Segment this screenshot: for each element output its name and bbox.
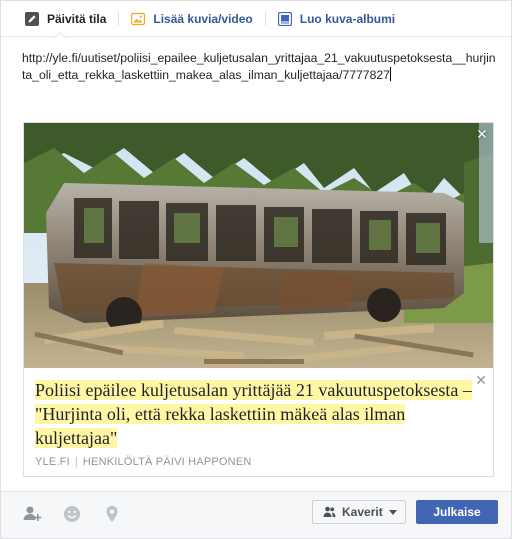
tab-label: Lisää kuvia/video <box>153 11 253 26</box>
remove-image-close-icon[interactable]: ✕ <box>475 127 489 141</box>
burned-bus-image <box>24 123 493 368</box>
composer-actions: Kaverit Julkaise <box>1 491 511 538</box>
tab-create-album[interactable]: Luo kuva-albumi <box>266 1 407 37</box>
location-pin-icon[interactable] <box>102 504 122 524</box>
tab-add-photos[interactable]: Lisää kuvia/video <box>119 1 264 37</box>
preview-image <box>24 123 493 368</box>
publish-label: Julkaise <box>433 505 481 519</box>
preview-meta: YLE.FI | HENKILÖLTÄ PÄIVI HAPPONEN <box>35 456 252 468</box>
preview-title[interactable]: Poliisi epäilee kuljetusalan yrittäjää 2… <box>35 378 480 450</box>
pencil-icon <box>25 11 39 26</box>
preview-title-text: Poliisi epäilee kuljetusalan yrittäjää 2… <box>35 380 472 448</box>
friends-icon <box>323 506 336 517</box>
status-text-value: http://yle.fi/uutiset/poliisi_epailee_ku… <box>22 51 496 82</box>
emoji-icon[interactable] <box>62 504 82 524</box>
tab-label: Päivitä tila <box>47 11 107 26</box>
link-preview[interactable]: ✕ ✕ Poliisi epäilee kuljetusalan yrittäj… <box>23 122 494 477</box>
preview-source: YLE.FI <box>35 456 70 468</box>
status-input[interactable]: http://yle.fi/uutiset/poliisi_epailee_ku… <box>22 50 497 84</box>
tag-friends-icon[interactable] <box>22 504 42 524</box>
publish-button[interactable]: Julkaise <box>416 500 498 524</box>
audience-selector[interactable]: Kaverit <box>312 500 406 524</box>
status-composer: Päivitä tila Lisää kuvia/video Luo kuva-… <box>0 0 512 539</box>
composer-tabs: Päivitä tila Lisää kuvia/video Luo kuva-… <box>1 1 511 38</box>
meta-separator: | <box>74 456 78 468</box>
text-cursor <box>389 67 391 81</box>
album-icon <box>277 11 292 26</box>
photo-icon <box>131 12 146 25</box>
tab-update-status[interactable]: Päivitä tila <box>1 1 118 38</box>
tab-label: Luo kuva-albumi <box>299 11 396 26</box>
chevron-down-icon <box>388 509 397 515</box>
audience-label: Kaverit <box>342 505 383 519</box>
preview-author: HENKILÖLTÄ PÄIVI HAPPONEN <box>82 456 252 468</box>
